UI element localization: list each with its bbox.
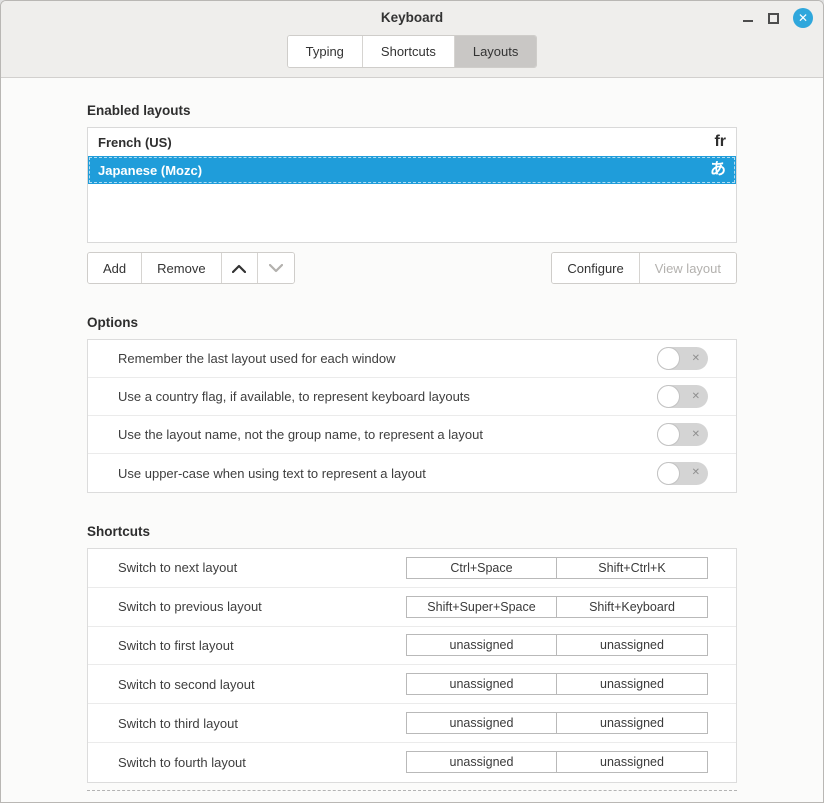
keybinding-group: Shift+Super+Space Shift+Keyboard xyxy=(406,596,708,618)
option-row-upper-case: Use upper-case when using text to repres… xyxy=(88,454,736,492)
shortcut-label: Switch to next layout xyxy=(118,560,237,575)
shortcut-label: Switch to first layout xyxy=(118,638,234,653)
keybinding-button[interactable]: unassigned xyxy=(557,713,707,733)
chevron-up-icon xyxy=(232,264,246,273)
minimize-icon[interactable] xyxy=(742,12,754,24)
keybinding-button[interactable]: Shift+Ctrl+K xyxy=(557,558,707,578)
option-label: Use upper-case when using text to repres… xyxy=(118,466,426,481)
configure-button-group: Configure View layout xyxy=(551,252,737,284)
keybinding-group: unassigned unassigned xyxy=(406,751,708,773)
keybinding-group: unassigned unassigned xyxy=(406,634,708,656)
window-title: Keyboard xyxy=(1,10,823,25)
option-row-layout-name: Use the layout name, not the group name,… xyxy=(88,416,736,454)
keybinding-button[interactable]: unassigned xyxy=(407,752,557,772)
keybinding-group: unassigned unassigned xyxy=(406,712,708,734)
list-item-french[interactable]: French (US) fr xyxy=(88,128,736,156)
option-row-remember-layout: Remember the last layout used for each w… xyxy=(88,340,736,378)
keybinding-button[interactable]: Shift+Keyboard xyxy=(557,597,707,617)
keybinding-button[interactable]: unassigned xyxy=(407,635,557,655)
move-down-button[interactable] xyxy=(258,253,294,283)
chevron-down-icon xyxy=(269,264,283,273)
shortcut-row-previous-layout: Switch to previous layout Shift+Super+Sp… xyxy=(88,588,736,627)
enabled-layouts-list: French (US) fr Japanese (Mozc) あ xyxy=(87,127,737,243)
keybinding-button[interactable]: Ctrl+Space xyxy=(407,558,557,578)
layout-list-actions: Add Remove Configure View layout xyxy=(87,252,737,284)
keybinding-button[interactable]: unassigned xyxy=(557,674,707,694)
shortcuts-box: Switch to next layout Ctrl+Space Shift+C… xyxy=(87,548,737,783)
shortcuts-heading: Shortcuts xyxy=(87,524,737,539)
keybinding-group: Ctrl+Space Shift+Ctrl+K xyxy=(406,557,708,579)
toggle-off-mark: ✕ xyxy=(692,392,700,402)
shortcut-label: Switch to previous layout xyxy=(118,599,262,614)
option-label: Remember the last layout used for each w… xyxy=(118,351,395,366)
toggle-layout-name[interactable]: ✕ xyxy=(657,423,708,446)
tab-layouts[interactable]: Layouts xyxy=(455,36,537,67)
keybinding-button[interactable]: Shift+Super+Space xyxy=(407,597,557,617)
list-item-japanese[interactable]: Japanese (Mozc) あ xyxy=(88,156,736,184)
layouts-page: Enabled layouts French (US) fr Japanese … xyxy=(1,103,823,791)
shortcut-label: Switch to second layout xyxy=(118,677,255,692)
keybinding-button[interactable]: unassigned xyxy=(407,674,557,694)
keyboard-settings-window: Keyboard ✕ Typing Shortcuts Layouts Enab… xyxy=(0,0,824,803)
toggle-knob xyxy=(657,385,680,408)
layout-name: French (US) xyxy=(98,135,172,150)
shortcut-label: Switch to fourth layout xyxy=(118,755,246,770)
toggle-knob xyxy=(657,347,680,370)
layout-name: Japanese (Mozc) xyxy=(98,163,202,178)
toggle-upper-case[interactable]: ✕ xyxy=(657,462,708,485)
shortcut-row-next-layout: Switch to next layout Ctrl+Space Shift+C… xyxy=(88,549,736,588)
titlebar[interactable]: Keyboard ✕ xyxy=(1,1,823,35)
shortcut-row-first-layout: Switch to first layout unassigned unassi… xyxy=(88,627,736,666)
layout-indicator-fr: fr xyxy=(714,134,726,150)
move-up-button[interactable] xyxy=(222,253,258,283)
tab-typing[interactable]: Typing xyxy=(288,36,363,67)
toggle-off-mark: ✕ xyxy=(692,468,700,478)
toggle-off-mark: ✕ xyxy=(692,430,700,440)
keybinding-group: unassigned unassigned xyxy=(406,673,708,695)
tab-shortcuts[interactable]: Shortcuts xyxy=(363,36,455,67)
keybinding-button[interactable]: unassigned xyxy=(557,635,707,655)
shortcut-row-fourth-layout: Switch to fourth layout unassigned unass… xyxy=(88,743,736,782)
maximize-icon[interactable] xyxy=(768,13,779,24)
toggle-off-mark: ✕ xyxy=(692,354,700,364)
add-button[interactable]: Add xyxy=(88,253,142,283)
toggle-country-flag[interactable]: ✕ xyxy=(657,385,708,408)
toggle-knob xyxy=(657,462,680,485)
options-heading: Options xyxy=(87,315,737,330)
tab-bar: Typing Shortcuts Layouts xyxy=(1,35,823,68)
option-label: Use the layout name, not the group name,… xyxy=(118,427,483,442)
close-icon[interactable]: ✕ xyxy=(793,8,813,28)
keybinding-button[interactable]: unassigned xyxy=(557,752,707,772)
edit-button-group: Add Remove xyxy=(87,252,295,284)
options-box: Remember the last layout used for each w… xyxy=(87,339,737,493)
configure-button[interactable]: Configure xyxy=(552,253,639,283)
toggle-remember-layout[interactable]: ✕ xyxy=(657,347,708,370)
keybinding-button[interactable]: unassigned xyxy=(407,713,557,733)
toggle-knob xyxy=(657,423,680,446)
layout-indicator-ja: あ xyxy=(710,162,726,178)
remove-button[interactable]: Remove xyxy=(142,253,221,283)
shortcut-row-second-layout: Switch to second layout unassigned unass… xyxy=(88,665,736,704)
option-label: Use a country flag, if available, to rep… xyxy=(118,389,470,404)
enabled-layouts-heading: Enabled layouts xyxy=(87,103,737,118)
view-layout-button[interactable]: View layout xyxy=(640,253,736,283)
option-row-country-flag: Use a country flag, if available, to rep… xyxy=(88,378,736,416)
window-header: Keyboard ✕ Typing Shortcuts Layouts xyxy=(1,1,823,78)
tab-group: Typing Shortcuts Layouts xyxy=(287,35,538,68)
shortcut-row-third-layout: Switch to third layout unassigned unassi… xyxy=(88,704,736,743)
scroll-edge-dashed-line xyxy=(87,790,737,791)
shortcut-label: Switch to third layout xyxy=(118,716,238,731)
window-controls: ✕ xyxy=(742,7,813,29)
